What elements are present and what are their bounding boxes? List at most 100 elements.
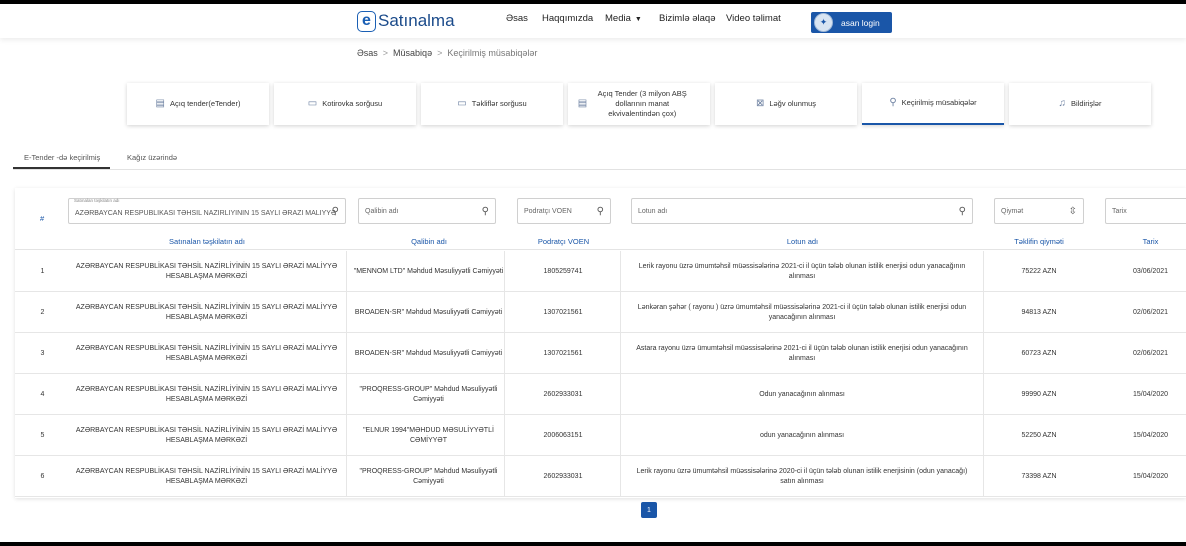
tab-paper[interactable]: Kağız üzərində	[127, 153, 177, 162]
winner-filter-placeholder: Qalibin adı	[365, 207, 399, 215]
cell-date: 15/04/2020	[1132, 472, 1169, 480]
cell-voen: 1307021561	[506, 292, 621, 333]
bell-icon: ♫	[1058, 98, 1067, 109]
cell-org: AZƏRBAYCAN RESPUBLİKASI TƏHSİL NAZİRLİYİ…	[67, 374, 347, 415]
card-completed[interactable]: ⚲ Keçirilmiş müsabiqələr	[862, 83, 1004, 125]
winner-filter-input[interactable]: Qalibin adı ⚲	[358, 198, 496, 224]
spinner-icon[interactable]: ⇳	[1069, 206, 1077, 217]
cell-price: 73398 AZN	[1021, 472, 1057, 480]
cell-org: AZƏRBAYCAN RESPUBLİKASI TƏHSİL NAZİRLİYİ…	[67, 456, 347, 497]
search-icon[interactable]: ⚲	[482, 206, 489, 217]
logo-text: Satınalma	[378, 11, 455, 30]
breadcrumb-musabiqe[interactable]: Müsabiqə	[393, 48, 432, 58]
subtabs: E-Tender -də keçirilmiş Kağız üzərində	[13, 150, 1186, 170]
date-filter-input[interactable]: Tarix	[1105, 198, 1186, 224]
cell-num: 6	[40, 472, 45, 480]
org-filter-label: Satınalan təşkilatın adı	[74, 198, 120, 203]
tender-icon: ▤	[155, 98, 165, 109]
site-header: e Satınalma Əsas Haqqımızda Media ▼ Bizim…	[0, 4, 1186, 38]
column-header-voen: Podratçı VOEN	[537, 237, 590, 246]
nav-media-label: Media	[605, 13, 631, 24]
logo[interactable]: e Satınalma	[357, 9, 455, 33]
voen-filter-input[interactable]: Podratçı VOEN ⚲	[517, 198, 611, 224]
card-label: Keçirilmiş müsabiqələr	[901, 98, 977, 107]
card-label: Ləğv olunmuş	[769, 99, 817, 108]
card-quotation[interactable]: ▭ Kotirovka sorğusu	[274, 83, 416, 125]
asan-login-button[interactable]: ✦ asan login	[811, 12, 892, 33]
card-open-tender-large[interactable]: ▤ Açıq Tender (3 milyon ABŞ dollarının ma…	[568, 83, 710, 125]
table-row[interactable]: 3 AZƏRBAYCAN RESPUBLİKASI TƏHSİL NAZİRLİ…	[15, 333, 1186, 374]
card-label: Təkliflər sorğusu	[471, 99, 527, 108]
table-row[interactable]: 5 AZƏRBAYCAN RESPUBLİKASI TƏHSİL NAZİRLİ…	[15, 415, 1186, 456]
cell-org: AZƏRBAYCAN RESPUBLİKASI TƏHSİL NAZİRLİYİ…	[67, 251, 347, 292]
link-icon: ⚲	[889, 97, 897, 108]
column-header-lot: Lotun adı	[786, 237, 819, 246]
breadcrumb-esas[interactable]: Əsas	[357, 48, 378, 58]
search-icon[interactable]: ⚲	[332, 206, 339, 217]
cell-winner: BROADEN-SR" Məhdud Məsuliyyətli Cəmiyyət…	[353, 333, 505, 374]
cell-voen: 2602933031	[506, 374, 621, 415]
table-row[interactable]: 2 AZƏRBAYCAN RESPUBLİKASI TƏHSİL NAZİRLİ…	[15, 292, 1186, 333]
emblem-icon: ✦	[814, 13, 833, 32]
cell-price: 75222 AZN	[1021, 267, 1057, 275]
search-icon[interactable]: ⚲	[959, 206, 966, 217]
breadcrumb-current: Keçirilmiş müsabiqələr	[447, 48, 538, 58]
cell-num: 5	[40, 431, 45, 439]
cell-org: AZƏRBAYCAN RESPUBLİKASI TƏHSİL NAZİRLİYİ…	[67, 415, 347, 456]
table-row[interactable]: 1 AZƏRBAYCAN RESPUBLİKASI TƏHSİL NAZİRLİ…	[15, 251, 1186, 292]
tab-etender[interactable]: E-Tender -də keçirilmiş	[24, 153, 100, 162]
cell-lot: Lerik rayonu üzrə ümumtəhsil müəssisələr…	[621, 251, 984, 292]
active-tab-indicator	[13, 167, 110, 169]
nav-media[interactable]: Media ▼	[605, 13, 642, 24]
cell-num: 2	[40, 308, 45, 316]
search-icon[interactable]: ⚲	[597, 206, 604, 217]
tender-icon: ▤	[577, 98, 588, 109]
nav-esas[interactable]: Əsas	[506, 13, 528, 24]
table-row[interactable]: 6 AZƏRBAYCAN RESPUBLİKASI TƏHSİL NAZİRLİ…	[15, 456, 1186, 497]
nav-contact[interactable]: Bizimlə əlaqə	[659, 13, 716, 24]
table-header: Satınalan təşkilatın adı Qalibin adı Pod…	[15, 233, 1186, 250]
results-table: # Satınalan təşkilatın adı AZƏRBAYCAN RE…	[15, 188, 1186, 498]
nav-video[interactable]: Video təlimat	[726, 13, 781, 24]
cell-num: 3	[40, 349, 45, 357]
cell-lot: Astara rayonu üzrə ümumtəhsil müəssisələ…	[621, 333, 984, 374]
chevron-down-icon: ▼	[634, 16, 642, 23]
card-cancelled[interactable]: ⊠ Ləğv olunmuş	[715, 83, 857, 125]
cell-date: 15/04/2020	[1132, 390, 1169, 398]
cell-lot: Odun yanacağının alınması	[621, 374, 984, 415]
filter-row: # Satınalan təşkilatın adı AZƏRBAYCAN RE…	[15, 188, 1186, 233]
asan-login-label: asan login	[841, 17, 880, 28]
org-filter-value: AZƏRBAYCAN RESPUBLİKASI TƏHSİL NAZİRLİYİ…	[75, 209, 335, 217]
cell-lot: odun yanacağının alınması	[621, 415, 984, 456]
cell-winner: BROADEN-SR" Məhdud Məsuliyyətli Cəmiyyət…	[353, 292, 505, 333]
card-open-tender[interactable]: ▤ Açıq tender(eTender)	[127, 83, 269, 125]
lot-filter-input[interactable]: Lotun adı ⚲	[631, 198, 973, 224]
cell-winner: "PROQRESS-GROUP" Məhdud Məsuliyyətli Cəm…	[353, 456, 505, 497]
cell-price: 94813 AZN	[1021, 308, 1057, 316]
nav-haqqimizda[interactable]: Haqqımızda	[542, 13, 593, 24]
card-label: Açıq tender(eTender)	[169, 99, 241, 108]
card-proposals[interactable]: ▭ Təkliflər sorğusu	[421, 83, 563, 125]
column-header-org: Satınalan təşkilatın adı	[169, 237, 245, 246]
date-filter-placeholder: Tarix	[1112, 207, 1127, 215]
breadcrumb: Əsas > Müsabiqə > Keçirilmiş müsabiqələr	[357, 48, 537, 58]
logo-e-icon: e	[357, 10, 376, 32]
cell-price: 99990 AZN	[1021, 390, 1057, 398]
breadcrumb-separator: >	[437, 48, 443, 58]
category-cards: ▤ Açıq tender(eTender) ▭ Kotirovka sorğusu…	[127, 83, 1153, 125]
column-number-header: #	[40, 214, 45, 223]
price-filter-input[interactable]: Qiymət ⇳	[994, 198, 1084, 224]
cell-voen: 2006063151	[506, 415, 621, 456]
cell-org: AZƏRBAYCAN RESPUBLİKASI TƏHSİL NAZİRLİYİ…	[67, 292, 347, 333]
card-notifications[interactable]: ♫ Bildirişlər	[1009, 83, 1151, 125]
pagination-page-button[interactable]: 1	[641, 502, 657, 518]
cell-num: 4	[40, 390, 45, 398]
table-row[interactable]: 4 AZƏRBAYCAN RESPUBLİKASI TƏHSİL NAZİRLİ…	[15, 374, 1186, 415]
cell-date: 02/06/2021	[1132, 349, 1169, 357]
cell-date: 03/06/2021	[1132, 267, 1169, 275]
org-filter-input[interactable]: Satınalan təşkilatın adı AZƏRBAYCAN RESP…	[68, 198, 346, 224]
cell-date: 15/04/2020	[1132, 431, 1169, 439]
cell-winner: "MENNOM LTD" Məhdud Məsuliyyətli Cəmiyyə…	[353, 251, 505, 292]
cell-price: 60723 AZN	[1021, 349, 1057, 357]
cell-price: 52250 AZN	[1021, 431, 1057, 439]
